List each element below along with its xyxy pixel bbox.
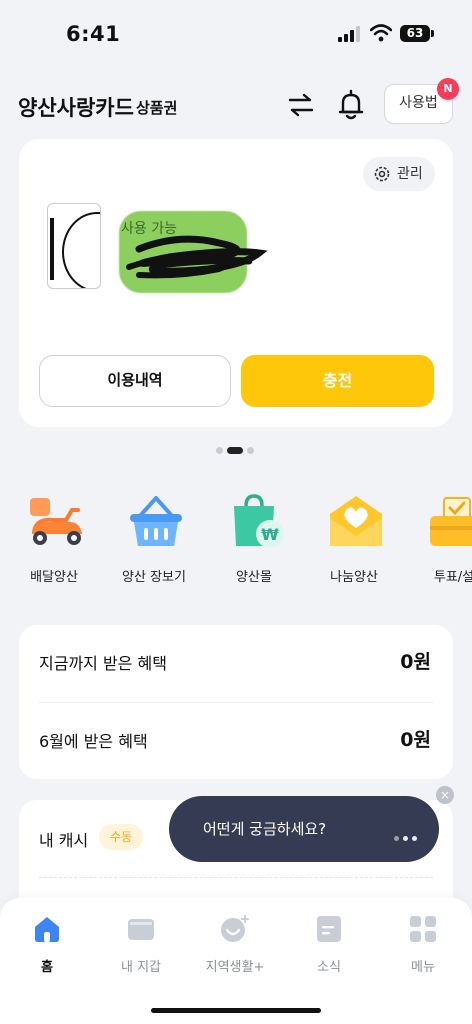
signal-icon bbox=[338, 26, 360, 42]
divider bbox=[39, 877, 433, 878]
manage-label: 관리 bbox=[397, 166, 423, 182]
header: 양산사랑카드 상품권 사용법 N bbox=[0, 78, 472, 130]
quick-label: 양산몰 bbox=[236, 570, 272, 585]
tab-wallet[interactable]: 내 지갑 bbox=[94, 914, 188, 978]
benefit-total-row[interactable]: 지금까지 받은 혜택 0원 bbox=[19, 625, 453, 701]
benefit-total-label: 지금까지 받은 혜택 bbox=[39, 654, 167, 673]
gear-icon bbox=[374, 166, 390, 182]
tab-label: 지역생활+ bbox=[205, 960, 265, 975]
card-image[interactable] bbox=[47, 203, 101, 289]
home-indicator bbox=[151, 1008, 321, 1013]
chat-prompt: 어떤게 궁금하세요? bbox=[203, 820, 327, 838]
tab-local-life[interactable]: 지역생활+ bbox=[188, 914, 282, 978]
typing-dots-icon bbox=[390, 826, 417, 845]
card-panel: 관리 사용 가능 이용내역 충전 bbox=[19, 139, 453, 427]
ballot-box-icon bbox=[430, 497, 472, 546]
tab-label: 내 지갑 bbox=[120, 960, 161, 975]
tab-news[interactable]: 소식 bbox=[282, 914, 376, 978]
pager-dot[interactable] bbox=[216, 447, 223, 454]
page-subtitle: 상품권 bbox=[136, 99, 178, 117]
menu-grid-icon bbox=[410, 916, 436, 942]
quick-label: 양산 장보기 bbox=[122, 570, 186, 585]
cash-label: 내 캐시 bbox=[39, 831, 89, 850]
tab-home[interactable]: 홈 bbox=[0, 914, 94, 978]
bell-icon[interactable] bbox=[336, 89, 366, 121]
benefit-month-label: 6월에 받은 혜택 bbox=[39, 732, 148, 751]
quick-item-mall[interactable]: ₩ 양산몰 bbox=[206, 490, 302, 590]
quick-item-grocery[interactable]: 양산 장보기 bbox=[106, 490, 202, 590]
pager-dot[interactable] bbox=[247, 447, 254, 454]
home-icon bbox=[35, 917, 59, 942]
quick-item-delivery[interactable]: 배달양산 bbox=[6, 490, 102, 590]
page-title: 양산사랑카드 bbox=[18, 96, 134, 120]
quick-label: 나눔양산 bbox=[330, 570, 378, 585]
card-curve-graphic bbox=[62, 212, 100, 288]
quick-item-vote[interactable]: 투표/설 bbox=[406, 490, 472, 590]
tab-bar: 홈 내 지갑 지역생활+ 소식 메뉴 bbox=[0, 898, 472, 1024]
card-pager bbox=[216, 440, 258, 454]
quick-item-sharing[interactable]: 나눔양산 bbox=[306, 490, 402, 590]
heart-envelope-icon bbox=[330, 496, 382, 546]
delivery-scooter-icon bbox=[30, 498, 82, 545]
chat-close-icon[interactable]: × bbox=[436, 786, 454, 804]
benefit-month-row[interactable]: 6월에 받은 혜택 0원 bbox=[19, 703, 453, 779]
shopping-basket-icon bbox=[130, 496, 182, 546]
new-badge: N bbox=[437, 78, 459, 100]
news-icon bbox=[317, 916, 341, 942]
status-time: 6:41 bbox=[66, 22, 121, 46]
chat-assistant-bubble[interactable]: 어떤게 궁금하세요? bbox=[169, 796, 439, 862]
quick-label: 투표/설 bbox=[433, 570, 472, 585]
manual-badge: 수동 bbox=[99, 824, 143, 850]
tab-menu[interactable]: 메뉴 bbox=[376, 914, 470, 978]
history-button[interactable]: 이용내역 bbox=[39, 355, 231, 407]
manage-button[interactable]: 관리 bbox=[363, 157, 435, 191]
benefits-panel: 지금까지 받은 혜택 0원 6월에 받은 혜택 0원 bbox=[19, 625, 453, 779]
status-bar: 6:41 63 bbox=[0, 0, 472, 70]
svg-text:₩: ₩ bbox=[261, 525, 279, 544]
swap-icon[interactable] bbox=[286, 92, 316, 118]
battery-indicator: 63 bbox=[400, 25, 434, 42]
wallet-icon bbox=[128, 919, 154, 940]
tab-label: 메뉴 bbox=[411, 960, 435, 975]
quick-label: 배달양산 bbox=[30, 570, 78, 585]
tab-label: 소식 bbox=[317, 960, 341, 975]
local-life-icon bbox=[221, 915, 249, 942]
pager-dot-active[interactable] bbox=[227, 447, 243, 454]
redaction-scribble bbox=[126, 235, 268, 279]
tab-label: 홈 bbox=[41, 960, 53, 975]
benefit-month-value: 0원 bbox=[400, 729, 431, 751]
wifi-icon bbox=[370, 24, 392, 42]
charge-button[interactable]: 충전 bbox=[241, 355, 434, 407]
shopping-bag-won-icon: ₩ bbox=[234, 494, 284, 548]
card-stripe bbox=[50, 218, 54, 280]
benefit-total-value: 0원 bbox=[400, 651, 431, 673]
quick-menu: 배달양산 양산 장보기 ₩ 양산몰 나눔양산 투표/설 bbox=[0, 490, 472, 590]
